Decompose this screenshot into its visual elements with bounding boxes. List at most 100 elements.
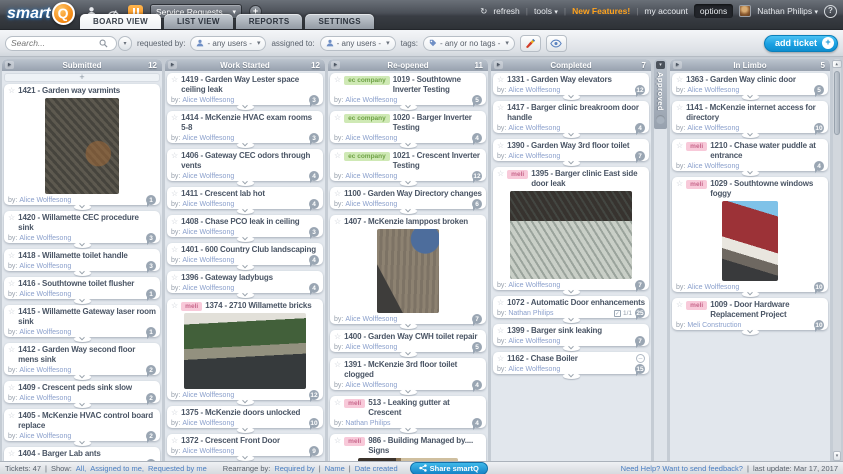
ticket-card[interactable]: ☆ 1416 - Southtowne toilet flusher by: Alic… — [4, 277, 160, 301]
ticket-card[interactable]: ☆ meli 1395 - Barger clinic East side door… — [493, 167, 649, 292]
user-avatar[interactable] — [739, 5, 752, 17]
options-button[interactable]: options — [693, 4, 734, 18]
star-icon[interactable]: ☆ — [676, 103, 683, 113]
star-icon[interactable]: ☆ — [334, 75, 341, 85]
requester-link[interactable]: Alice Wolffesong — [687, 163, 739, 170]
watch-filter-button[interactable] — [545, 34, 567, 52]
expand-handle[interactable] — [399, 349, 417, 357]
scrollbar-thumb[interactable] — [834, 71, 840, 135]
expand-handle[interactable] — [236, 102, 254, 110]
collapse-column-button[interactable]: ▸ — [5, 61, 14, 69]
comments-badge[interactable]: 10 — [309, 418, 319, 430]
tab-settings[interactable]: SETTINGS — [305, 14, 374, 29]
requester-link[interactable]: Alice Wolffesong — [345, 201, 397, 208]
requester-link[interactable]: Alice Wolffesong — [182, 201, 234, 208]
star-icon[interactable]: ☆ — [171, 151, 178, 161]
expand-handle[interactable] — [73, 372, 91, 380]
star-icon[interactable]: ☆ — [497, 103, 504, 113]
star-icon[interactable]: ☆ — [676, 75, 683, 85]
requester-link[interactable]: Alice Wolffesong — [19, 461, 71, 462]
expand-handle[interactable] — [73, 438, 91, 446]
star-icon[interactable]: ☆ — [8, 279, 15, 289]
ticket-card[interactable]: ☆ ec company 1021 - Crescent Inverter Test… — [330, 149, 486, 183]
ticket-card[interactable]: ☆ 1401 - 600 Country Club landscaping by: A… — [167, 243, 323, 267]
comments-badge[interactable]: 12 — [472, 171, 482, 183]
comments-badge[interactable]: 4 — [635, 123, 645, 135]
comments-badge[interactable]: 3 — [146, 261, 156, 273]
expand-handle[interactable] — [741, 289, 759, 297]
star-icon[interactable]: ☆ — [171, 113, 178, 123]
expand-handle[interactable] — [236, 290, 254, 298]
expand-handle[interactable] — [562, 287, 580, 295]
show-all-link[interactable]: All, — [76, 464, 86, 473]
expand-handle[interactable] — [73, 240, 91, 248]
ticket-card[interactable]: ☆ 1409 - Crescent peds sink slow by: Alice … — [4, 381, 160, 405]
requester-link[interactable]: Alice Wolffesong — [345, 382, 397, 389]
requester-link[interactable]: Alice Wolffesong — [687, 87, 739, 94]
rearrange-date-link[interactable]: Date created — [355, 464, 398, 473]
refresh-icon[interactable]: ↻ — [480, 6, 487, 17]
expand-handle[interactable] — [73, 268, 91, 276]
ticket-card[interactable]: ☆ 1407 - McKenzie lamppost broken by: Alice… — [330, 215, 486, 326]
help-icon[interactable]: ? — [824, 4, 837, 18]
requester-link[interactable]: Alice Wolffesong — [508, 87, 560, 94]
ticket-card[interactable]: ☆ meli 1210 - Chase water puddle at entran… — [672, 139, 828, 173]
star-icon[interactable]: ☆ — [8, 411, 15, 421]
expand-handle[interactable] — [236, 425, 254, 433]
comments-badge[interactable]: 3 — [309, 133, 319, 145]
star-icon[interactable]: ☆ — [171, 436, 178, 446]
expand-handle[interactable] — [73, 202, 91, 210]
requester-link[interactable]: Alice Wolffesong — [182, 392, 234, 399]
star-icon[interactable]: ☆ — [171, 273, 178, 283]
comments-badge[interactable]: 2 — [146, 459, 156, 461]
star-icon[interactable]: ☆ — [171, 189, 178, 199]
comments-badge[interactable]: 2 — [146, 393, 156, 405]
expand-handle[interactable] — [73, 334, 91, 342]
comments-badge[interactable]: 12 — [635, 85, 645, 97]
star-icon[interactable]: ☆ — [676, 179, 683, 189]
requester-link[interactable]: Alice Wolffesong — [19, 395, 71, 402]
tools-menu[interactable]: tools ▾ — [534, 6, 558, 16]
ticket-card[interactable]: ☆ ec company 1019 - Southtowne Inverter Te… — [330, 73, 486, 107]
comments-badge[interactable]: 4 — [309, 283, 319, 295]
requester-link[interactable]: Alice Wolffesong — [19, 433, 71, 440]
star-icon[interactable]: ☆ — [8, 213, 15, 223]
comments-badge[interactable]: 4 — [472, 133, 482, 145]
requester-link[interactable]: Alice Wolffesong — [345, 173, 397, 180]
expand-handle[interactable] — [562, 343, 580, 351]
search-input[interactable] — [11, 38, 99, 48]
expand-handle[interactable] — [236, 234, 254, 242]
comments-badge[interactable]: 3 — [309, 95, 319, 107]
requested-by-select[interactable]: - any users - ▾ — [190, 35, 267, 51]
comments-badge[interactable]: 5 — [814, 85, 824, 97]
comments-badge[interactable]: 3 — [146, 233, 156, 245]
ticket-card[interactable]: ☆ 1421 - Garden way varmints by: Alice Wolf… — [4, 84, 160, 207]
expand-handle[interactable] — [236, 206, 254, 214]
comments-badge[interactable]: 7 — [472, 314, 482, 326]
requester-link[interactable]: Alice Wolffesong — [19, 197, 71, 204]
expand-handle[interactable] — [562, 371, 580, 379]
star-icon[interactable]: ☆ — [676, 141, 683, 151]
star-icon[interactable]: ☆ — [171, 75, 178, 85]
tags-select[interactable]: - any or no tags - ▾ — [422, 35, 515, 51]
star-icon[interactable]: ☆ — [8, 251, 15, 261]
color-tags-button[interactable] — [519, 34, 541, 52]
help-feedback-link[interactable]: Need Help? Want to send feedback? — [621, 464, 743, 473]
ticket-card[interactable]: ☆ 1072 - Automatic Door enhancements by: Na… — [493, 296, 649, 320]
expand-handle[interactable] — [399, 102, 417, 110]
ticket-card[interactable]: ☆ 1375 - McKenzie doors unlocked by: Alice … — [167, 406, 323, 430]
ticket-card[interactable]: ☆ 1412 - Garden Way second floor mens sin… — [4, 343, 160, 377]
expand-handle[interactable] — [741, 130, 759, 138]
comments-badge[interactable]: 5 — [472, 342, 482, 354]
expand-handle[interactable] — [562, 315, 580, 323]
expand-handle[interactable] — [562, 92, 580, 100]
expand-handle[interactable] — [399, 206, 417, 214]
tab-list-view[interactable]: LIST VIEW — [164, 14, 233, 29]
comments-badge[interactable]: 4 — [472, 418, 482, 430]
ticket-card[interactable]: ☆ 1400 - Garden Way CWH toilet repair by: A… — [330, 330, 486, 354]
expand-handle[interactable] — [741, 327, 759, 335]
star-icon[interactable]: ☆ — [171, 408, 178, 418]
ticket-card[interactable]: ☆ 1405 - McKenzie HVAC control board repl… — [4, 409, 160, 443]
ticket-card[interactable]: ☆ 1390 - Garden Way 3rd floor toilet by: Al… — [493, 139, 649, 163]
ticket-card[interactable]: ☆ 1408 - Chase PCO leak in ceiling by: Alic… — [167, 215, 323, 239]
